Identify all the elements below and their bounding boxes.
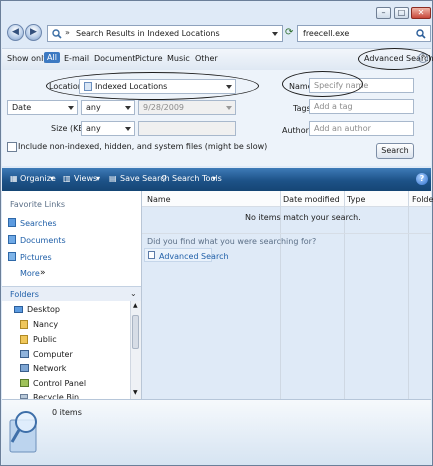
authors-input[interactable]: Add an author — [309, 121, 414, 136]
link-searches[interactable]: Searches — [20, 219, 57, 228]
search-prompt: Did you find what you were searching for… — [147, 237, 317, 246]
search-input[interactable]: freecell.exe — [297, 25, 431, 42]
include-nonindexed-label: Include non-indexed, hidden, and system … — [18, 142, 268, 151]
folders-scrollbar[interactable]: ▲ ▼ — [130, 301, 141, 399]
link-more[interactable]: More — [20, 269, 40, 278]
search-folder-icon — [52, 29, 62, 39]
empty-results-message: No items match your search. — [245, 213, 361, 222]
filter-other[interactable]: Other — [195, 54, 218, 63]
organize-chevron-icon: ▾ — [50, 174, 55, 183]
tree-nancy[interactable]: Nancy — [33, 320, 58, 329]
views-chevron-icon: ▾ — [96, 174, 101, 183]
search-tools-chevron-icon: ▾ — [212, 174, 217, 183]
authors-placeholder: Add an author — [314, 124, 371, 133]
folders-title: Folders — [10, 290, 39, 299]
annotation-ellipse-name — [282, 71, 363, 97]
breadcrumb-chevron-icon: » — [65, 28, 70, 37]
minimize-button[interactable]: – — [376, 7, 391, 19]
navigation-pane: Favorite Links Searches Documents Pictur… — [2, 191, 142, 402]
filter-music[interactable]: Music — [167, 54, 190, 63]
documents-icon — [8, 235, 16, 244]
filter-all[interactable]: All — [44, 52, 60, 63]
column-divider — [280, 191, 281, 399]
annotation-ellipse-advanced — [358, 48, 431, 70]
search-results-icon — [9, 411, 37, 453]
advanced-search-icon — [148, 251, 155, 259]
column-folder[interactable]: Folde — [412, 195, 433, 204]
computer-icon — [20, 350, 29, 358]
date-operator-dropdown[interactable]: any — [81, 100, 135, 115]
tree-desktop[interactable]: Desktop — [27, 305, 60, 314]
forward-button[interactable]: ▶ — [25, 24, 42, 41]
desktop-icon — [14, 306, 23, 313]
annotation-ellipse-location — [46, 72, 259, 100]
chevron-down-icon — [226, 106, 232, 110]
scroll-up-icon[interactable]: ▲ — [133, 302, 138, 309]
link-pictures[interactable]: Pictures — [20, 253, 52, 262]
views-menu[interactable]: Views — [74, 174, 97, 183]
favorite-links-header: Favorite Links — [10, 200, 66, 209]
column-divider — [408, 191, 409, 399]
column-header-bar: Name Date modified Type Folde — [142, 191, 433, 207]
folders-header[interactable]: Folders ⌄ — [2, 286, 141, 301]
size-value-input[interactable] — [138, 121, 236, 136]
back-button[interactable]: ◀ — [7, 24, 24, 41]
maximize-button[interactable]: □ — [394, 7, 409, 19]
search-button[interactable]: Search — [376, 143, 414, 159]
help-icon[interactable]: ? — [416, 173, 428, 185]
tree-computer[interactable]: Computer — [33, 350, 73, 359]
filter-document[interactable]: Document — [94, 54, 135, 63]
scroll-down-icon[interactable]: ▼ — [133, 389, 138, 396]
tags-input[interactable]: Add a tag — [309, 99, 414, 114]
link-documents[interactable]: Documents — [20, 236, 66, 245]
size-operator-dropdown[interactable]: any — [81, 121, 135, 136]
column-type[interactable]: Type — [347, 195, 365, 204]
size-operator-value: any — [86, 124, 101, 133]
address-text: Search Results in Indexed Locations — [76, 29, 220, 38]
searches-icon — [8, 218, 16, 227]
chevron-down-icon: ⌄ — [130, 289, 137, 298]
refresh-icon[interactable]: ⟳ — [285, 27, 293, 38]
organize-icon: ▦ — [10, 174, 18, 183]
more-chevron-icon: » — [40, 268, 46, 278]
search-tools-icon: ⚲ — [161, 174, 167, 183]
address-dropdown-icon[interactable] — [272, 32, 278, 36]
address-bar[interactable]: » Search Results in Indexed Locations — [47, 25, 283, 42]
filter-picture[interactable]: Picture — [135, 54, 163, 63]
save-search-icon: ▤ — [109, 174, 117, 183]
filter-email[interactable]: E-mail — [64, 54, 89, 63]
chevron-down-icon — [125, 106, 131, 110]
date-value-picker[interactable]: 9/28/2009 — [138, 100, 236, 115]
pictures-icon — [8, 252, 16, 261]
divider — [142, 233, 431, 234]
close-button[interactable]: ✕ — [411, 7, 431, 19]
tree-network[interactable]: Network — [33, 364, 66, 373]
advanced-search-link[interactable]: Advanced Search — [144, 248, 229, 262]
column-date-modified[interactable]: Date modified — [283, 195, 340, 204]
search-query: freecell.exe — [303, 29, 350, 38]
scroll-thumb[interactable] — [132, 315, 139, 349]
chevron-down-icon — [125, 127, 131, 131]
chevron-down-icon — [68, 106, 74, 110]
tree-public[interactable]: Public — [33, 335, 57, 344]
include-nonindexed-checkbox[interactable] — [7, 142, 17, 152]
network-icon — [20, 364, 29, 372]
control-panel-icon — [20, 379, 29, 387]
advanced-search-link-label: Advanced Search — [159, 252, 229, 261]
column-divider — [344, 191, 345, 399]
command-toolbar: ▦ Organize ▾ ▥ Views ▾ ▤ Save Search ⚲ S… — [2, 168, 431, 191]
search-icon[interactable] — [416, 29, 426, 39]
views-icon: ▥ — [63, 174, 71, 183]
item-count: 0 items — [52, 408, 82, 417]
date-value: 9/28/2009 — [143, 103, 185, 112]
date-field-dropdown[interactable]: Date — [7, 100, 78, 115]
tree-control-panel[interactable]: Control Panel — [33, 379, 86, 388]
tags-placeholder: Add a tag — [314, 102, 353, 111]
details-pane: 0 items — [2, 399, 431, 465]
user-folder-icon — [20, 320, 28, 329]
date-field-value: Date — [12, 103, 32, 112]
public-folder-icon — [20, 335, 28, 344]
date-operator-value: any — [86, 103, 101, 112]
column-name[interactable]: Name — [147, 195, 171, 204]
